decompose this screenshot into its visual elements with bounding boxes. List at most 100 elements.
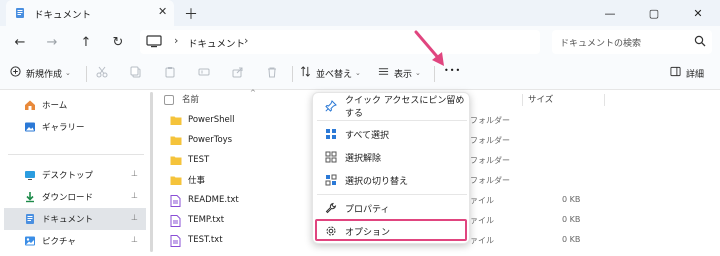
pin-icon[interactable]: ⊥ bbox=[131, 191, 138, 200]
scissors-icon bbox=[96, 66, 108, 81]
menu-item-select-all[interactable]: すべて選択 bbox=[317, 123, 467, 145]
close-button[interactable]: ✕ bbox=[676, 0, 720, 26]
file-type: フォルダー bbox=[470, 116, 510, 125]
delete-button[interactable] bbox=[266, 66, 278, 81]
folder-icon bbox=[170, 155, 182, 166]
sidebar-item-desktop[interactable]: デスクトップ ⊥ bbox=[4, 164, 146, 186]
cut-button[interactable] bbox=[96, 66, 108, 81]
menu-item-invert-selection[interactable]: 選択の切り替え bbox=[317, 169, 467, 191]
pictures-icon bbox=[24, 235, 36, 247]
file-size: 0 KB bbox=[562, 215, 581, 224]
sidebar-divider bbox=[8, 154, 144, 155]
paste-button[interactable] bbox=[164, 66, 176, 81]
toolbar-divider bbox=[86, 66, 87, 82]
sidebar-item-label: ピクチャ bbox=[42, 237, 76, 247]
sidebar-item-label: ギャラリー bbox=[42, 123, 85, 133]
window-controls: — ▢ ✕ bbox=[588, 0, 720, 26]
pin-icon[interactable]: ⊥ bbox=[131, 213, 138, 222]
pin-icon bbox=[325, 100, 337, 112]
search-placeholder: ドキュメントの検索 bbox=[560, 39, 642, 49]
new-label: 新規作成 bbox=[26, 69, 63, 80]
sidebar-item-home[interactable]: ホーム bbox=[4, 94, 146, 116]
tab-close-button[interactable]: ✕ bbox=[158, 5, 167, 18]
minimize-button[interactable]: — bbox=[588, 0, 632, 26]
file-type: ァイル bbox=[470, 216, 494, 225]
select-none-icon bbox=[325, 151, 337, 163]
text-file-icon bbox=[170, 214, 181, 227]
toolbar-divider bbox=[292, 66, 293, 82]
menu-item-select-none[interactable]: 選択解除 bbox=[317, 146, 467, 168]
folder-icon bbox=[170, 135, 182, 146]
sidebar-item-label: ドキュメント bbox=[42, 215, 94, 225]
file-type: フォルダー bbox=[470, 176, 510, 185]
column-divider[interactable] bbox=[604, 94, 605, 106]
sort-button[interactable]: 並べ替え ⌄ bbox=[300, 66, 361, 80]
breadcrumb-documents[interactable]: ドキュメント bbox=[188, 36, 245, 50]
forward-button[interactable]: → bbox=[42, 32, 62, 52]
clipboard-icon bbox=[164, 66, 176, 81]
title-bar: ドキュメント ✕ ＋ — ▢ ✕ bbox=[0, 0, 720, 26]
file-name: PowerShell bbox=[188, 115, 235, 125]
file-type: ァイル bbox=[470, 236, 494, 245]
menu-item-label: クイック アクセスにピン留めする bbox=[345, 96, 465, 119]
column-header-size[interactable]: サイズ bbox=[528, 93, 553, 105]
search-box[interactable]: ドキュメントの検索 bbox=[552, 30, 712, 54]
column-divider[interactable] bbox=[522, 94, 523, 106]
copy-button[interactable] bbox=[130, 66, 142, 81]
menu-item-label: プロパティ bbox=[345, 204, 390, 215]
list-view-icon bbox=[378, 66, 389, 80]
annotation-arrow bbox=[414, 30, 444, 66]
address-bar[interactable]: › ドキュメント › bbox=[140, 30, 540, 54]
home-icon bbox=[24, 99, 36, 111]
file-name: README.txt bbox=[188, 195, 239, 205]
new-button[interactable]: 新規作成 ⌄ bbox=[10, 66, 71, 80]
breadcrumb-chevron[interactable]: › bbox=[174, 34, 178, 47]
sidebar-item-label: ダウンロード bbox=[42, 193, 94, 203]
plus-circle-icon bbox=[10, 66, 21, 80]
sidebar-item-label: ホーム bbox=[42, 101, 68, 111]
maximize-button[interactable]: ▢ bbox=[632, 0, 676, 26]
details-pane-icon bbox=[670, 66, 681, 80]
invert-selection-icon bbox=[325, 174, 337, 186]
download-icon bbox=[24, 191, 36, 203]
sidebar-item-pictures[interactable]: ピクチャ ⊥ bbox=[4, 230, 146, 252]
sidebar-item-gallery[interactable]: ギャラリー bbox=[4, 116, 146, 138]
pin-icon[interactable]: ⊥ bbox=[131, 169, 138, 178]
sidebar-item-documents[interactable]: ドキュメント ⊥ bbox=[4, 208, 146, 230]
rename-button[interactable] bbox=[198, 66, 210, 81]
select-all-checkbox[interactable] bbox=[164, 95, 174, 105]
menu-divider bbox=[317, 120, 467, 121]
command-bar: 新規作成 ⌄ 並べ替え ⌄ 表示 ⌄ ••• 詳細 bbox=[0, 58, 720, 90]
file-name: TEMP.txt bbox=[188, 215, 225, 225]
menu-item-label: 選択の切り替え bbox=[345, 176, 409, 187]
share-button[interactable] bbox=[232, 66, 244, 81]
refresh-button[interactable]: ↻ bbox=[108, 32, 128, 52]
documents-icon bbox=[14, 7, 26, 22]
menu-item-label: すべて選択 bbox=[345, 130, 390, 141]
sidebar-item-downloads[interactable]: ダウンロード ⊥ bbox=[4, 186, 146, 208]
sidebar-item-label: デスクトップ bbox=[42, 171, 94, 181]
highlight-box bbox=[315, 219, 467, 241]
column-header-name[interactable]: 名前 bbox=[182, 93, 199, 105]
new-tab-button[interactable]: ＋ bbox=[184, 4, 198, 24]
file-name: TEST.txt bbox=[188, 235, 223, 245]
details-pane-button[interactable]: 詳細 bbox=[670, 66, 704, 80]
chevron-down-icon: ⌄ bbox=[65, 69, 71, 77]
breadcrumb-chevron[interactable]: › bbox=[244, 34, 248, 47]
navigation-bar: ← → ↑ ↻ › ドキュメント › ドキュメントの検索 bbox=[0, 26, 720, 58]
menu-item-properties[interactable]: プロパティ bbox=[317, 197, 467, 219]
menu-item-pin-quick-access[interactable]: クイック アクセスにピン留めする bbox=[317, 95, 467, 119]
menu-item-label: 選択解除 bbox=[345, 153, 382, 164]
trash-icon bbox=[266, 66, 278, 81]
share-icon bbox=[232, 66, 244, 81]
up-button[interactable]: ↑ bbox=[76, 32, 96, 52]
text-file-icon bbox=[170, 234, 181, 247]
pin-icon[interactable]: ⊥ bbox=[131, 235, 138, 244]
file-type: ァイル bbox=[470, 196, 494, 205]
file-name: 仕事 bbox=[188, 176, 206, 186]
back-button[interactable]: ← bbox=[10, 32, 30, 52]
sidebar-scrollbar[interactable] bbox=[150, 92, 153, 252]
text-file-icon bbox=[170, 194, 181, 207]
tab-documents[interactable]: ドキュメント ✕ bbox=[6, 0, 174, 26]
gallery-icon bbox=[24, 121, 36, 133]
